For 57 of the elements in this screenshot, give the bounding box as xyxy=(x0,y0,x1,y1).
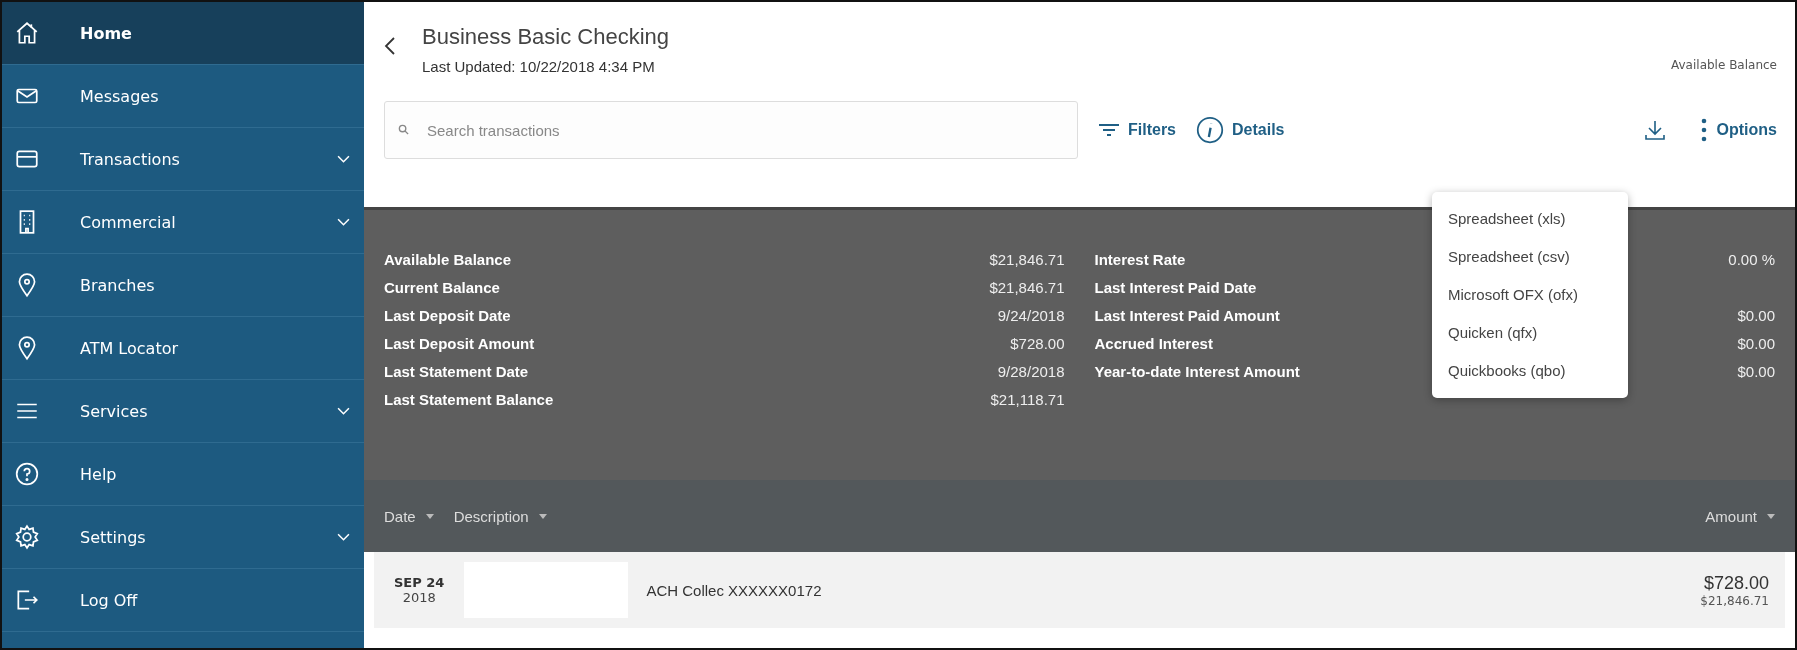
sidebar-item[interactable]: Settings xyxy=(2,506,364,569)
summary-value: $21,846.71 xyxy=(989,250,1065,268)
caret-down-icon xyxy=(1767,513,1775,519)
summary-label: Last Statement Balance xyxy=(384,390,554,408)
summary-value: $21,118.71 xyxy=(990,390,1065,408)
running-balance: $21,846.71 xyxy=(1700,593,1769,608)
search-icon xyxy=(398,124,409,135)
more-vertical-icon xyxy=(1700,118,1707,142)
details-button[interactable]: Details xyxy=(1196,116,1285,144)
summary-label: Last Statement Date xyxy=(384,362,529,380)
caret-down-icon xyxy=(425,513,434,519)
summary-value: $0.00 xyxy=(1737,362,1775,380)
summary-label: Year-to-date Interest Amount xyxy=(1094,362,1300,380)
column-header[interactable]: Description xyxy=(453,507,547,525)
summary-value: $21,846.71 xyxy=(989,278,1065,296)
summary-label: Current Balance xyxy=(384,278,500,296)
back-chevron-icon[interactable] xyxy=(384,36,396,56)
options-button[interactable]: Options xyxy=(1700,118,1777,142)
download-icon[interactable] xyxy=(1642,118,1667,142)
account-title: Business Basic Checking xyxy=(422,24,670,50)
transaction-description: ACH Collec XXXXXX0172 xyxy=(646,581,823,599)
search-field[interactable]: Search transactions xyxy=(384,101,1078,159)
date-year: 2018 xyxy=(402,590,436,605)
summary-value: 9/24/2018 xyxy=(997,306,1065,324)
filters-button[interactable]: Filters xyxy=(1098,121,1176,139)
menu-item[interactable]: Quicken (qfx) xyxy=(1432,314,1628,352)
filter-icon xyxy=(1098,122,1120,138)
summary-label: Accrued Interest xyxy=(1094,334,1213,352)
summary-value: $0.00 xyxy=(1737,334,1775,352)
column-header[interactable]: Amount xyxy=(1705,507,1775,525)
summary-label: Available Balance xyxy=(384,250,511,268)
summary-value: 0.00 % xyxy=(1728,250,1775,268)
date-month-day: SEP 24 xyxy=(394,575,445,590)
transaction-row[interactable]: SEP 24 2018 ACH Collec XXXXXX0172 $728.00 $21,846.71 xyxy=(374,552,1785,628)
summary-value: 9/28/2018 xyxy=(997,362,1065,380)
transaction-amount: $728.00 xyxy=(1703,572,1769,594)
home-icon xyxy=(14,20,40,46)
column-header[interactable]: Date xyxy=(384,507,434,525)
info-icon xyxy=(1196,116,1224,144)
summary-label: Last Deposit Date xyxy=(384,306,511,324)
log-off-icon xyxy=(14,587,40,613)
summary-label: Interest Rate xyxy=(1094,250,1186,268)
last-updated-text: Last Updated: 10/22/2018 4:34 PM xyxy=(422,58,656,75)
available-balance-label: Available Balance xyxy=(1671,58,1777,72)
summary-label: Last Deposit Amount xyxy=(384,334,535,352)
menu-item[interactable]: Quickbooks (qbo) xyxy=(1432,352,1628,390)
caret-down-icon xyxy=(538,513,547,519)
summary-value: $728.00 xyxy=(1010,334,1065,352)
menu-item[interactable]: Spreadsheet (csv) xyxy=(1432,238,1628,276)
help-icon xyxy=(14,461,40,487)
menu-item[interactable]: Microsoft OFX (ofx) xyxy=(1432,276,1628,314)
summary-label: Last Interest Paid Amount xyxy=(1094,306,1280,324)
sidebar-item[interactable]: Home xyxy=(2,2,364,65)
menu-item[interactable]: Spreadsheet (xls) xyxy=(1432,200,1628,238)
summary-label: Last Interest Paid Date xyxy=(1094,278,1257,296)
summary-value: $0.00 xyxy=(1737,306,1775,324)
settings-icon xyxy=(14,524,40,550)
